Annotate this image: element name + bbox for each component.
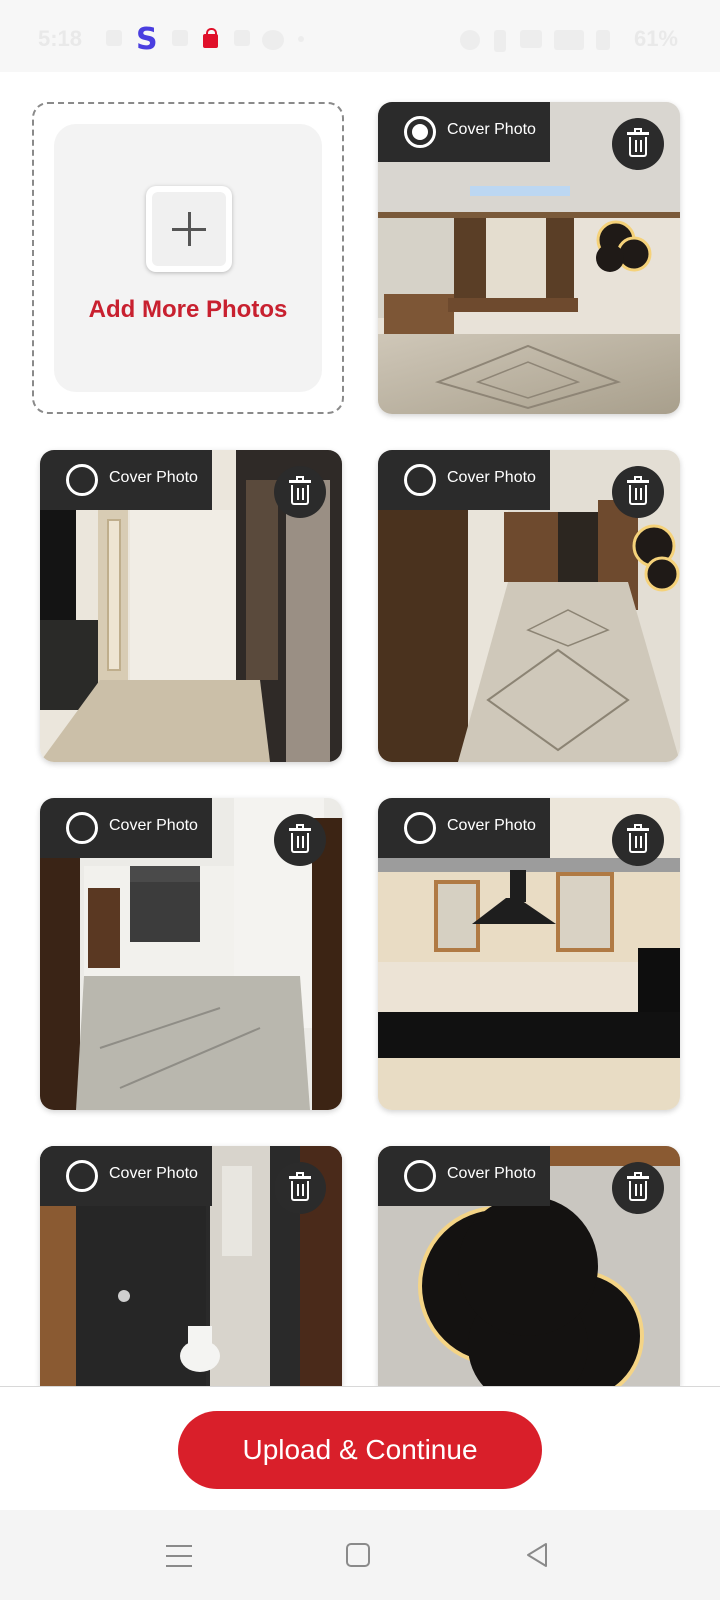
cover-photo-toggle[interactable]: Cover Photo [40,1146,212,1206]
dot-icon [298,36,304,42]
photo-tile[interactable]: Cover Photo [378,798,680,1110]
add-more-photos-panel[interactable]: Add More Photos [54,124,322,392]
photo-tile[interactable]: Cover Photo [40,1146,342,1386]
signal-icon [554,30,584,50]
cover-photo-label: Cover Photo [447,817,536,834]
radio-unselected-icon[interactable] [404,812,436,844]
cover-photo-label: Cover Photo [109,1165,198,1182]
cover-photo-toggle[interactable]: Cover Photo [40,450,212,510]
cover-photo-toggle[interactable]: Cover Photo [40,798,212,858]
cover-photo-toggle[interactable]: Cover Photo [378,1146,550,1206]
bottom-action-bar: Upload & Continue [0,1386,720,1510]
upload-continue-button[interactable]: Upload & Continue [178,1411,542,1489]
location-icon [234,30,250,46]
battery-icon [596,30,610,50]
status-time: 5:18 [38,26,83,51]
radio-selected-icon[interactable] [404,116,436,148]
cover-photo-label: Cover Photo [447,121,536,138]
cover-photo-label: Cover Photo [447,1165,536,1182]
radio-unselected-icon[interactable] [404,1160,436,1192]
bag-icon [203,28,218,48]
menu-icon[interactable] [166,1545,192,1567]
system-nav-bar [0,1510,720,1600]
cover-photo-toggle[interactable]: Cover Photo [378,102,550,162]
delete-photo-button[interactable] [612,1162,664,1214]
radio-unselected-icon[interactable] [66,812,98,844]
delete-photo-button[interactable] [274,466,326,518]
status-bar: 5:18 S 61% [0,0,720,72]
delete-photo-button[interactable] [612,466,664,518]
back-icon[interactable] [524,1542,550,1568]
send-icon [172,30,188,46]
cover-photo-toggle[interactable]: Cover Photo [378,798,550,858]
status-battery: 61% [633,26,678,51]
cover-photo-label: Cover Photo [109,817,198,834]
plus-icon [152,192,226,266]
delete-photo-button[interactable] [274,1162,326,1214]
chat-icon [262,30,284,50]
cover-photo-label: Cover Photo [447,469,536,486]
photo-tile[interactable]: Cover Photo [378,1146,680,1386]
shield-icon [106,30,122,46]
photo-tile[interactable]: Cover Photo [378,102,680,414]
delete-photo-button[interactable] [612,814,664,866]
vibrate-icon [494,30,506,52]
delete-photo-button[interactable] [274,814,326,866]
radio-unselected-icon[interactable] [66,1160,98,1192]
photo-tile[interactable]: Cover Photo [378,450,680,762]
cover-photo-toggle[interactable]: Cover Photo [378,450,550,510]
photo-tile[interactable]: Cover Photo [40,798,342,1110]
photo-tile[interactable]: Cover Photo [40,450,342,762]
home-icon[interactable] [346,1543,370,1567]
cover-photo-label: Cover Photo [109,469,198,486]
s-logo-icon: S [136,22,158,57]
delete-photo-button[interactable] [612,118,664,170]
add-more-photos-label: Add More Photos [88,296,288,323]
radio-unselected-icon[interactable] [66,464,98,496]
radio-unselected-icon[interactable] [404,464,436,496]
wifi-icon [520,30,542,48]
add-photo-button[interactable] [146,186,232,272]
alarm-icon [460,30,480,50]
add-more-photos-tile[interactable]: Add More Photos [32,102,344,414]
